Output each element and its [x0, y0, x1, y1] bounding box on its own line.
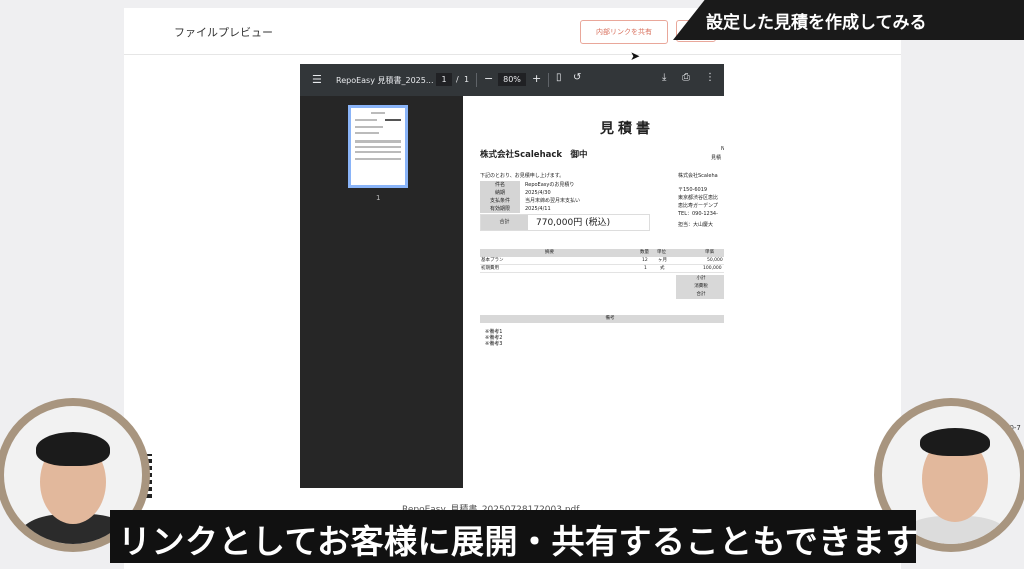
plus-icon[interactable]: + — [532, 72, 541, 85]
minus-icon[interactable]: − — [484, 72, 493, 85]
thumb-line — [355, 158, 401, 160]
col-qty: 数量 — [640, 250, 649, 255]
thumb-line — [355, 146, 401, 148]
mouse-cursor-icon: ➤ — [630, 49, 641, 63]
row-qty: 1 — [644, 266, 647, 271]
rotate-icon[interactable]: ↺ — [573, 72, 581, 83]
total-label: 合計 — [481, 215, 528, 230]
info-value: 2025/4/30 — [525, 190, 551, 196]
thumb-line — [355, 119, 377, 121]
pdf-page: 見積書 株式会社Scalehack 御中 下記のとおり、お見積申し上げます。 N… — [463, 96, 724, 488]
info-value: 2025/4/11 — [525, 206, 551, 212]
col-unit: 単位 — [657, 250, 666, 255]
pdf-viewer: ☰ RepoEasy 見積書_2025... 1 / 1 − 80% + ▯ ↺… — [300, 64, 724, 488]
page-thumbnail[interactable] — [348, 105, 408, 188]
col-desc: 摘要 — [545, 250, 554, 255]
summary-tax: 消費税 — [676, 283, 724, 291]
info-label: 納期 — [480, 189, 520, 197]
issuer-address: 恵比寿ガーデンプ — [678, 203, 718, 209]
print-icon[interactable]: ⎙ — [682, 72, 690, 83]
info-label: 支払条件 — [480, 197, 520, 205]
issuer-company: 株式会社Scaleha — [678, 173, 718, 179]
summary-total: 合計 — [676, 291, 724, 299]
thumb-line — [371, 112, 385, 114]
issuer-phone: TEL：090-1234- — [678, 211, 718, 217]
thumbnail-page-number: 1 — [376, 194, 381, 202]
row-price: 50,000 — [707, 258, 723, 263]
app-page: ファイルプレビュー 内部リンクを共有 24 ➤ ☰ RepoEasy 見積書_2… — [124, 8, 901, 569]
issuer-person: 担当：大山慶大 — [678, 222, 714, 228]
table-row: 基本プラン 12 ヶ月 50,000 — [480, 257, 724, 265]
thumb-line — [355, 140, 401, 143]
thumb-line — [355, 151, 401, 153]
row-qty: 12 — [642, 258, 648, 263]
zoom-input[interactable]: 80% — [498, 73, 526, 86]
subtitle-text: リンクとしてお客様に展開・共有することもできます — [118, 522, 919, 561]
total-amount: 770,000円 (税込) — [536, 218, 611, 228]
right-header-text: N — [721, 146, 724, 152]
client-name: 株式会社Scalehack 御中 — [480, 150, 588, 160]
row-price: 100,000 — [703, 266, 722, 271]
more-icon[interactable]: ⋮ — [705, 72, 715, 83]
issuer-address: 東京都渋谷区恵比 — [678, 195, 719, 201]
info-value: 当月末締め翌月末支払い — [525, 198, 581, 204]
notes-header: 備考 — [480, 315, 724, 323]
note-line: ※備考3 — [485, 341, 503, 347]
thumb-line — [355, 126, 383, 128]
info-label: 件名 — [480, 181, 520, 189]
person-hair — [36, 432, 110, 466]
thumbnail-sidebar: 1 — [300, 96, 463, 488]
person-hair — [920, 428, 990, 456]
total-box: 合計 770,000円 (税込) — [480, 214, 650, 231]
page-total: 1 — [464, 75, 470, 84]
summary-subtotal: 小計 — [676, 275, 724, 283]
row-unit: 式 — [660, 266, 665, 271]
info-value: RepoEasyのお見積り — [525, 182, 575, 188]
toolbar-divider — [476, 73, 477, 87]
thumb-line — [355, 132, 379, 134]
toolbar-divider — [548, 73, 549, 87]
page-separator: / — [456, 75, 459, 84]
row-unit: ヶ月 — [658, 258, 667, 263]
document-title: 見積書 — [600, 121, 654, 137]
page-number-input[interactable]: 1 — [436, 73, 452, 86]
issuer-address: 〒150-6019 — [678, 187, 708, 193]
pdf-file-name: RepoEasy 見積書_2025... — [336, 76, 434, 85]
items-table-header: 摘要 数量 単位 単価 — [480, 249, 724, 257]
row-desc: 初期費用 — [481, 266, 499, 271]
thumb-line — [385, 119, 401, 121]
info-label: 有効期限 — [480, 205, 520, 213]
table-row: 初期費用 1 式 100,000 — [480, 265, 724, 273]
right-header-text: 見積 — [711, 155, 722, 161]
row-desc: 基本プラン — [481, 258, 504, 263]
page-title: ファイルプレビュー — [174, 26, 273, 39]
menu-icon[interactable]: ☰ — [312, 73, 322, 86]
download-icon[interactable]: ⤓ — [662, 72, 666, 83]
fit-page-icon[interactable]: ▯ — [556, 72, 562, 83]
col-price: 単価 — [705, 250, 714, 255]
caption-text: 設定した見積を作成してみる — [706, 13, 927, 33]
pdf-toolbar: ☰ RepoEasy 見積書_2025... 1 / 1 − 80% + ▯ ↺… — [300, 64, 724, 96]
share-internal-link-button[interactable]: 内部リンクを共有 — [580, 20, 668, 44]
intro-text: 下記のとおり、お見積申し上げます。 — [480, 173, 565, 179]
